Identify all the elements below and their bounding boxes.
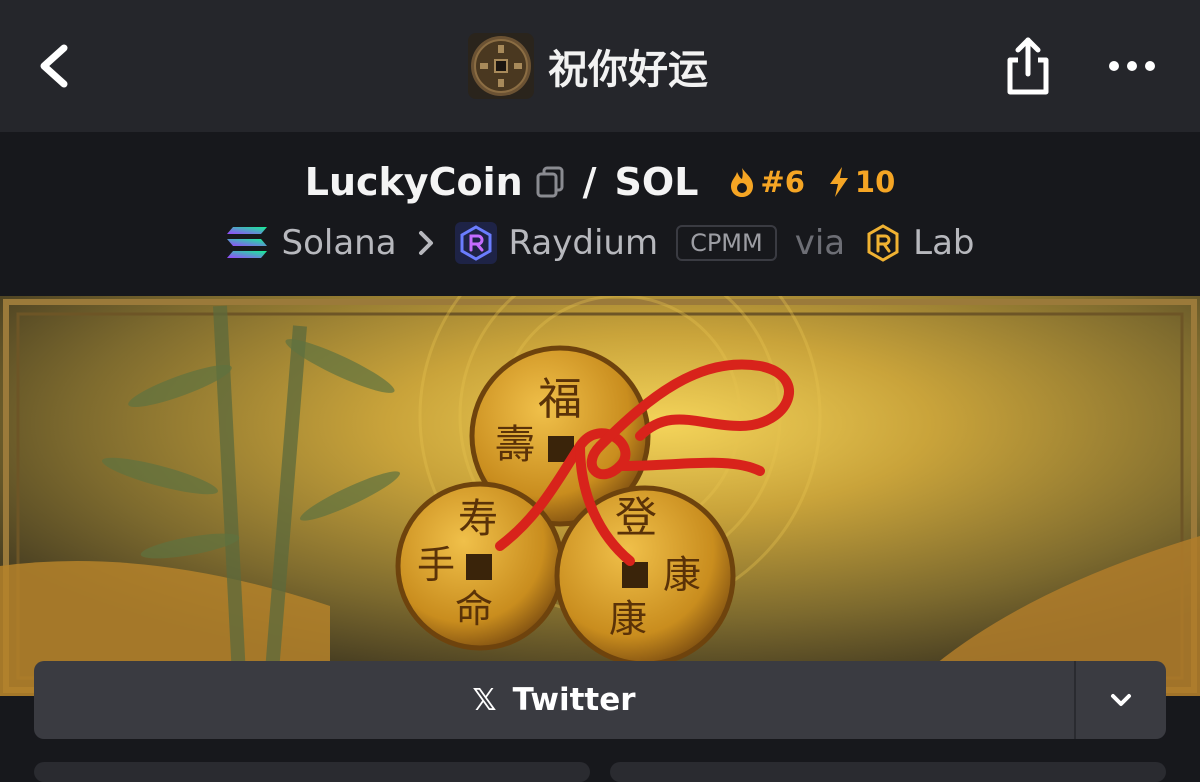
bottom-card-left[interactable]	[34, 762, 590, 782]
pool-type-tag: CPMM	[676, 225, 777, 261]
social-links-bar: 𝕏 Twitter	[34, 661, 1166, 739]
chevron-right-icon	[418, 231, 433, 255]
copy-icon[interactable]	[535, 166, 565, 198]
page-title: 祝你好运	[548, 47, 708, 93]
boost-badge[interactable]: 10	[827, 165, 895, 199]
top-bar: 祝你好运	[0, 0, 1200, 132]
launchpad-link-lab[interactable]: Lab	[865, 223, 975, 263]
chevron-left-icon	[40, 44, 68, 88]
more-options-button[interactable]	[1104, 52, 1160, 80]
pair-separator: /	[582, 160, 597, 204]
twitter-button[interactable]: 𝕏 Twitter	[34, 661, 1074, 739]
token-banner-image: 福 壽 寿 手 命 登 康 康	[0, 296, 1200, 696]
lightning-icon	[829, 167, 848, 197]
coin-top-char-2: 壽	[495, 422, 535, 468]
coin-right: 登 康 康	[554, 485, 736, 667]
coin-right-char-1: 登	[615, 493, 657, 542]
share-button[interactable]	[1000, 34, 1056, 98]
quote-token-symbol: SOL	[614, 160, 699, 204]
flame-icon	[731, 168, 754, 197]
boost-count: 10	[854, 165, 896, 199]
dex-link-raydium[interactable]: Raydium	[454, 222, 659, 264]
coin-right-char-2: 康	[663, 553, 701, 597]
raydium-icon	[454, 222, 497, 264]
share-icon	[1007, 37, 1049, 95]
trending-rank-badge[interactable]: #6	[728, 165, 805, 199]
chain-name: Solana	[281, 223, 397, 263]
more-dots-icon	[1109, 61, 1155, 71]
base-token-symbol: LuckyCoin	[304, 160, 523, 204]
solana-icon	[227, 227, 268, 258]
launchpad-name: Lab	[913, 223, 975, 263]
twitter-label: Twitter	[512, 682, 636, 718]
coin-left-char-3: 命	[455, 587, 493, 631]
coin-top-char-1: 福	[538, 374, 582, 425]
dex-name: Raydium	[508, 223, 659, 263]
chain-breadcrumb: Solana Raydium CPMM via Lab	[0, 218, 1200, 268]
via-label: via	[794, 223, 846, 263]
chain-link-solana[interactable]: Solana	[225, 223, 397, 263]
pair-header: LuckyCoin / SOL #6 10	[0, 156, 1200, 208]
coin-right-char-3: 康	[609, 597, 647, 641]
raydium-lab-icon	[867, 224, 899, 262]
bottom-card-right[interactable]	[610, 762, 1166, 782]
coin-left-char-2: 手	[417, 543, 455, 587]
trending-rank: #6	[760, 165, 805, 199]
coin-left-char-1: 寿	[458, 496, 498, 542]
token-logo	[468, 33, 534, 99]
chevron-down-icon	[1111, 694, 1131, 706]
page-title-group: 祝你好运	[468, 33, 708, 99]
back-button[interactable]	[30, 36, 78, 96]
x-logo-icon: 𝕏	[472, 682, 497, 718]
social-dropdown-button[interactable]	[1074, 661, 1166, 739]
